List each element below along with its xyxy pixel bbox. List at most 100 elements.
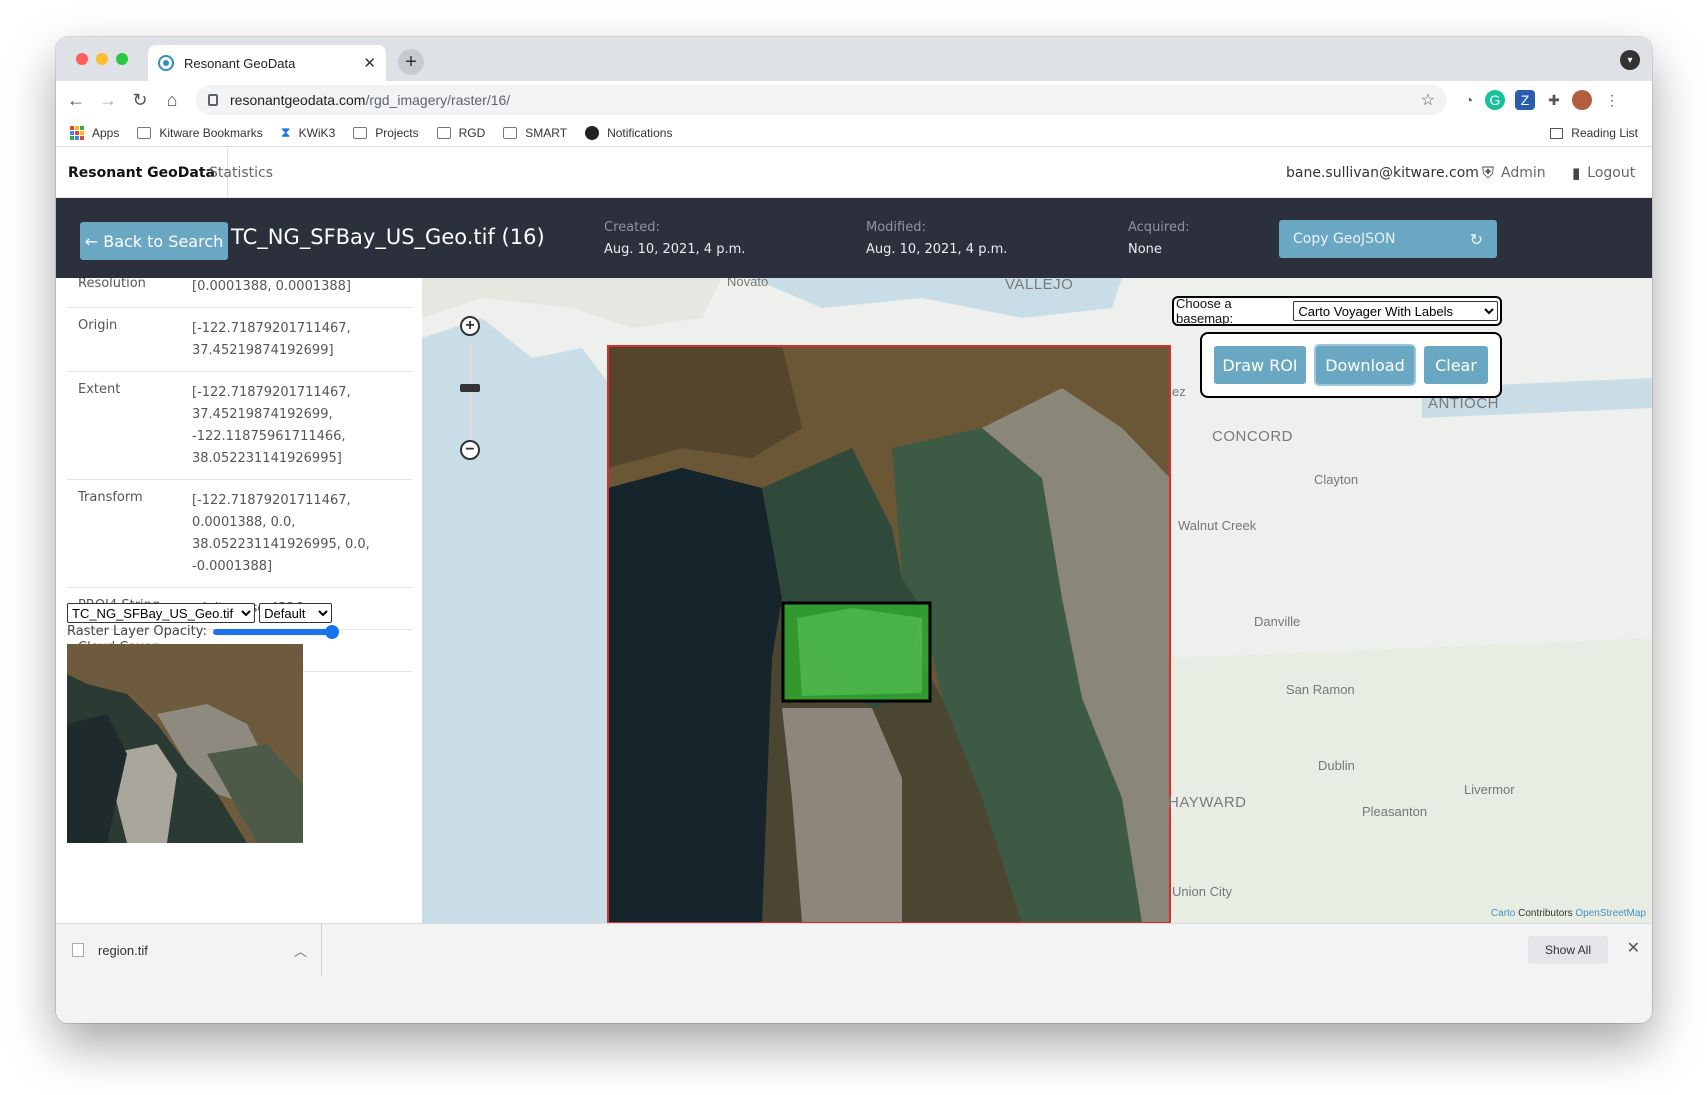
bookmarks-bar: Apps Kitware Bookmarks ⧗ KWiK3 Projects … (56, 119, 1652, 147)
minimize-window-button[interactable] (96, 53, 108, 65)
download-item[interactable]: region.tif ︿ (72, 924, 322, 976)
opacity-slider-knob[interactable] (324, 624, 339, 639)
draw-roi-button[interactable]: Draw ROI (1214, 346, 1306, 384)
admin-label: Admin (1501, 165, 1546, 181)
zoom-slider-track[interactable] (469, 342, 472, 442)
bookmark-label: Apps (92, 125, 120, 140)
back-arrow-icon[interactable]: ← (60, 90, 92, 111)
admin-link[interactable]: ⛨ Admin (1482, 148, 1546, 198)
folder-icon (137, 126, 152, 139)
clear-button[interactable]: Clear (1424, 346, 1488, 384)
bookmark-kwik3[interactable]: ⧗ KWiK3 (281, 124, 336, 141)
file-icon (72, 943, 84, 957)
raster-details-panel[interactable]: Resolution [0.0001388, 0.0001388] Origin [-… (56, 278, 422, 923)
maximize-window-button[interactable] (116, 53, 128, 65)
close-window-button[interactable] (76, 53, 88, 65)
title-bar: Resonant GeoData ✕ + ▾ (56, 37, 1652, 81)
folder-icon (353, 126, 368, 139)
downloads-bar: region.tif ︿ Show All ✕ (56, 923, 1652, 1023)
bookmark-projects[interactable]: Projects (353, 126, 419, 140)
bookmark-label: SMART (525, 125, 568, 140)
page-title: TC_NG_SFBay_US_Geo.tif (16) (231, 225, 545, 249)
close-downloads-icon[interactable]: ✕ (1627, 938, 1640, 958)
map-label-livermore: Livermor (1464, 782, 1515, 797)
bookmark-kitware[interactable]: Kitware Bookmarks (137, 125, 263, 140)
bookmark-label: KWiK3 (298, 125, 336, 140)
acquired-meta: Acquired: None (1128, 220, 1190, 257)
new-tab-button[interactable]: + (398, 49, 424, 75)
url-path: /rgd_imagery/raster/16/ (365, 92, 511, 108)
zotero-icon[interactable]: Z (1515, 90, 1535, 110)
bookmark-apps[interactable]: Apps (70, 125, 120, 140)
opacity-slider[interactable] (212, 624, 339, 639)
raster-file-select[interactable]: TC_NG_SFBay_US_Geo.tif (67, 603, 255, 623)
home-icon[interactable]: ⌂ (156, 90, 188, 111)
download-button[interactable]: Download (1316, 346, 1414, 384)
reload-icon[interactable]: ↻ (124, 90, 156, 111)
map-label-pleasanton: Pleasanton (1362, 804, 1428, 819)
profile-avatar[interactable] (1572, 90, 1592, 110)
reading-list-button[interactable]: Reading List (1550, 126, 1638, 140)
site-favicon-icon (158, 55, 174, 71)
map-label-danville: Danville (1254, 614, 1301, 629)
bookmark-label: Notifications (607, 125, 673, 140)
door-icon: ▮ (1572, 164, 1581, 182)
browser-toolbar: ← → ↻ ⌂ resonantgeodata.com/rgd_imagery/… (56, 81, 1652, 119)
map-label-vallejo: VALLEJO (1005, 278, 1074, 293)
copy-geojson-label: Copy GeoJSON (1293, 231, 1396, 247)
back-to-search-button[interactable]: ← Back to Search (80, 222, 228, 260)
property-value: [-122.71879201711467, 0.0001388, 0.0, 38… (192, 493, 370, 574)
folder-icon (436, 126, 451, 139)
zoom-out-button[interactable]: − (460, 440, 480, 460)
property-key: Transform (78, 490, 143, 505)
attribution-osm[interactable]: OpenStreetMap (1575, 908, 1646, 919)
extension-screen-icon[interactable]: ◔ (1459, 90, 1479, 110)
bookmark-rgd[interactable]: RGD (436, 125, 486, 140)
basemap-select[interactable]: Carto Voyager With Labels (1293, 301, 1498, 321)
map-viewer[interactable]: Novato VALLEJO CONCORD Clayton Walnut Cr… (422, 278, 1652, 923)
roi-rectangle[interactable] (781, 601, 932, 703)
property-value: [-122.71879201711467, 37.45219874192699] (192, 321, 351, 358)
grammarly-icon[interactable]: G (1485, 90, 1505, 110)
opacity-label: Raster Layer Opacity: (67, 624, 207, 639)
property-key: Extent (78, 382, 121, 397)
attribution-carto[interactable]: Carto (1491, 908, 1515, 919)
forward-arrow-icon[interactable]: → (92, 90, 124, 111)
zoom-slider-handle[interactable] (460, 384, 480, 392)
shield-icon: ⛨ (1482, 163, 1495, 182)
acquired-value: None (1128, 242, 1162, 257)
app-brand[interactable]: Resonant GeoData (68, 148, 228, 198)
property-row: Origin [-122.71879201711467, 37.452198741… (67, 308, 412, 372)
tab-title: Resonant GeoData (184, 55, 296, 71)
tab-search-icon[interactable]: ▾ (1620, 50, 1640, 70)
copy-geojson-button[interactable]: Copy GeoJSON ↻ (1279, 220, 1497, 258)
map-attribution: Carto Contributors OpenStreetMap (1491, 908, 1646, 919)
logout-link[interactable]: ▮ Logout (1572, 148, 1635, 198)
url-host: resonantgeodata.com (230, 92, 366, 108)
chevron-up-icon[interactable]: ︿ (294, 941, 307, 960)
browser-window: Resonant GeoData ✕ + ▾ ← → ↻ ⌂ resonantg… (56, 37, 1652, 1023)
bookmark-star-icon[interactable]: ☆ (1421, 90, 1435, 110)
show-all-button[interactable]: Show All (1528, 936, 1608, 964)
property-value: [-122.71879201711467, 37.45219874192699,… (192, 385, 351, 466)
created-label: Created: (604, 220, 660, 235)
created-meta: Created: Aug. 10, 2021, 4 p.m. (604, 220, 745, 257)
style-select[interactable]: Default (259, 603, 333, 623)
bookmark-smart[interactable]: SMART (503, 126, 567, 140)
bookmark-notifications[interactable]: Notifications (585, 125, 673, 140)
zoom-in-button[interactable]: + (460, 316, 480, 336)
tab-close-icon[interactable]: ✕ (363, 54, 376, 72)
raster-header: ← Back to Search TC_NG_SFBay_US_Geo.tif … (56, 198, 1652, 278)
bookmark-label: Kitware Bookmarks (159, 125, 263, 140)
browser-tab[interactable]: Resonant GeoData ✕ (148, 45, 386, 81)
map-label-walnut-creek: Walnut Creek (1178, 518, 1257, 533)
map-label-ez: ez (1172, 384, 1186, 399)
user-email[interactable]: bane.sullivan@kitware.com (1286, 148, 1479, 198)
nav-statistics[interactable]: Statistics (209, 148, 273, 198)
github-icon (585, 125, 600, 140)
address-bar[interactable]: resonantgeodata.com/rgd_imagery/raster/1… (196, 85, 1447, 115)
bookmark-label: RGD (458, 125, 486, 140)
property-row: Transform [-122.71879201711467, 0.0001388… (67, 480, 412, 588)
extensions-puzzle-icon[interactable]: ✚ (1544, 90, 1564, 110)
browser-menu-icon[interactable]: ⋮ (1602, 90, 1622, 110)
